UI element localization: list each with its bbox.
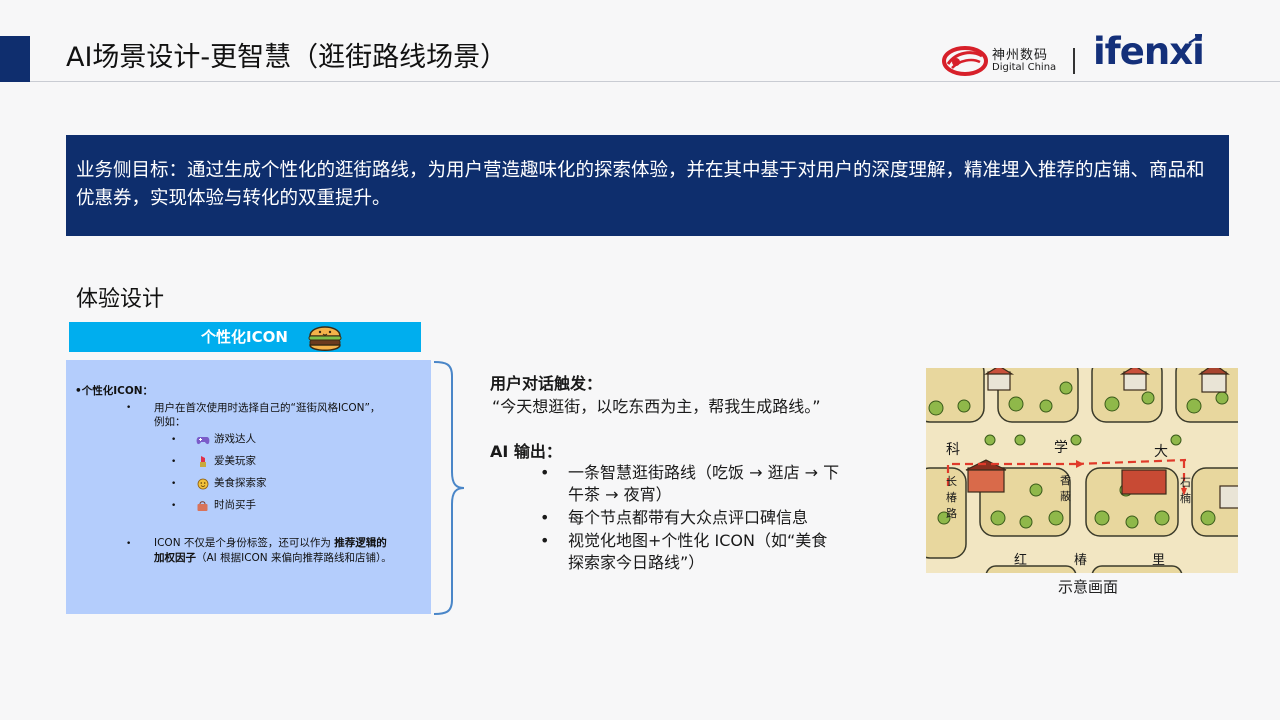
note-text: ICON 不仅是个身份标签，还可以作为 — [154, 537, 335, 549]
map-label: 香 — [1060, 474, 1071, 487]
map-label: 大 — [1154, 444, 1168, 460]
bullet-icon: • — [540, 508, 550, 527]
trigger-quote: “今天想逛街，以吃东西为主，帮我生成路线。” — [492, 397, 821, 416]
header-divider — [30, 81, 1280, 82]
logo-dc-cn: 神州数码 — [992, 48, 1049, 63]
map-label: 里 — [1152, 553, 1165, 568]
bullet-icon: • — [540, 531, 550, 550]
icon-description-box: •个性化ICON： • 用户在首次使用时选择自己的“逛街风格ICON”， 例如：… — [66, 360, 431, 614]
icon-option-gamer: 游戏达人 — [214, 433, 256, 445]
note-text: （AI 根据ICON 来偏向推荐路线和店铺）。 — [196, 552, 392, 564]
ai-output-item-2: 每个节点都带有大众点评口碑信息 — [568, 508, 809, 527]
logo-dc-en: Digital China — [992, 62, 1057, 73]
digital-china-logo: 神州数码 Digital China — [942, 40, 1057, 80]
map-label: 楠 — [1180, 491, 1191, 505]
icon-option-foodie: 美食探索家 — [214, 477, 267, 489]
map-label: 红 — [1014, 552, 1027, 568]
bullet-icon: • — [126, 539, 132, 549]
section-title: 体验设计 — [76, 287, 165, 312]
map-label: 路 — [946, 507, 957, 520]
note-bold-text: 加权因子 — [154, 552, 196, 564]
goal-banner-text: 业务侧目标：通过生成个性化的逛街路线，为用户营造趣味化的探索体验，并在其中基于对… — [76, 160, 1205, 209]
food-face-icon — [197, 478, 209, 490]
bullet-icon: • — [171, 501, 177, 511]
ai-output-item-3-line2: 探索家今日路线”） — [568, 553, 705, 572]
goal-banner: 业务侧目标：通过生成个性化的逛街路线，为用户营造趣味化的探索体验，并在其中基于对… — [66, 135, 1229, 236]
map-caption: 示意画面 — [1058, 578, 1119, 596]
header-accent-bar — [0, 36, 30, 82]
icon-option-beauty: 爱美玩家 — [214, 455, 256, 467]
ai-output-item-1-line2: 午茶 → 夜宵） — [568, 485, 672, 504]
icon-header-bar: 个性化ICON — [69, 322, 421, 352]
handbag-icon — [197, 501, 208, 511]
icon-box-line1: 用户在首次使用时选择自己的“逛街风格ICON”， — [154, 402, 381, 414]
digital-china-swirl-icon — [942, 46, 988, 76]
ai-output-item-3-line1: 视觉化地图+个性化 ICON（如“美食 — [568, 531, 828, 550]
icon-option-fashion: 时尚买手 — [214, 499, 256, 511]
map-illustration: 科 学 大 长 椿 路 香 蔽 石 楠 红 椿 里 — [926, 368, 1238, 573]
page-title: AI场景设计-更智慧（逛街路线场景） — [66, 42, 508, 73]
map-label: 长 — [946, 475, 957, 488]
map-label: 蔽 — [1060, 490, 1071, 503]
ai-output-item-1-line1: 一条智慧逛街路线（吃饭 → 逛店 → 下 — [568, 463, 840, 482]
gamepad-icon — [196, 437, 210, 445]
burger-icon — [308, 326, 342, 351]
trigger-label: 用户对话触发： — [490, 374, 603, 393]
map-label: 科 — [946, 442, 960, 458]
map-label: 椿 — [1074, 553, 1087, 568]
map-label: 学 — [1054, 440, 1068, 456]
ifenxi-arrow-icon — [1188, 34, 1202, 44]
logo-separator — [1073, 48, 1075, 74]
icon-box-note-line2: 加权因子（AI 根据ICON 来偏向推荐路线和店铺）。 — [154, 551, 392, 566]
bullet-icon: • — [540, 463, 550, 482]
map-label: 椿 — [946, 491, 957, 504]
icon-box-note-line1: ICON 不仅是个身份标签，还可以作为 推荐逻辑的 — [154, 536, 387, 551]
icon-box-heading: •个性化ICON： — [75, 385, 154, 397]
bullet-icon: • — [171, 457, 177, 467]
bullet-icon: • — [171, 435, 177, 445]
right-brace-icon — [433, 361, 465, 615]
icon-header-label: 个性化ICON — [201, 328, 288, 346]
ai-output-label: AI 输出： — [490, 442, 562, 461]
bullet-icon: • — [126, 403, 132, 413]
illustrated-route-map: 科 学 大 长 椿 路 香 蔽 石 楠 红 椿 里 — [926, 368, 1238, 573]
lipstick-icon — [200, 456, 206, 467]
bullet-icon: • — [171, 479, 177, 489]
icon-box-line2: 例如： — [154, 416, 186, 428]
map-label: 石 — [1180, 476, 1191, 489]
note-bold-text: 推荐逻辑的 — [334, 537, 387, 549]
